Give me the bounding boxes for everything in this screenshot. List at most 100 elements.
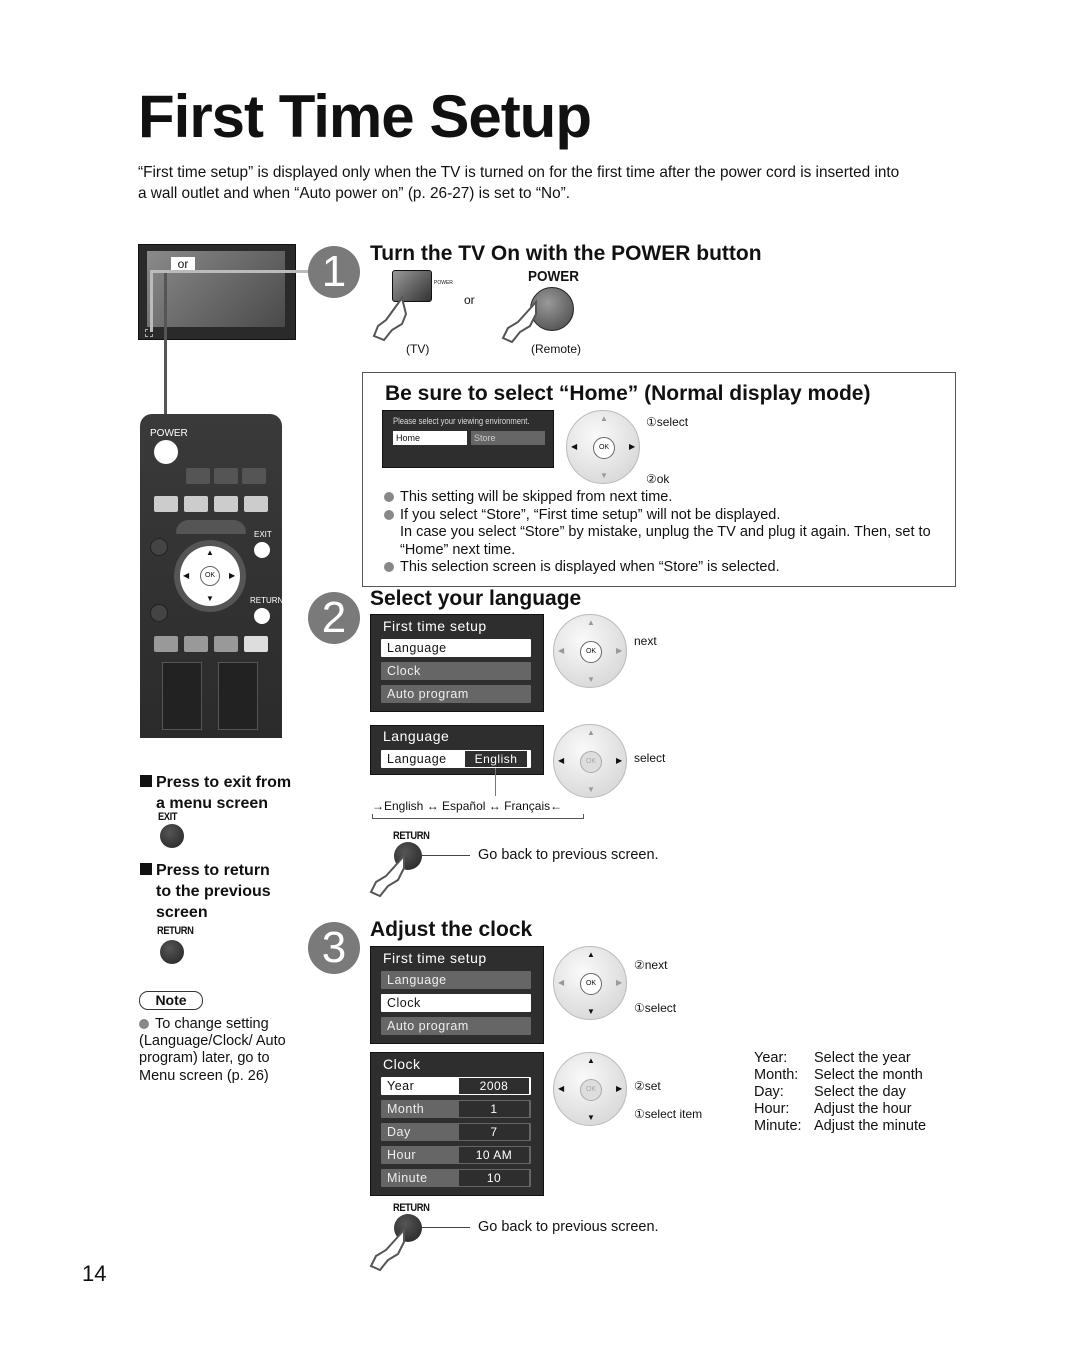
remote-power-button[interactable] [154,440,178,464]
menu-item-auto-program[interactable]: Auto program [381,1017,531,1035]
connector-line [495,768,496,796]
step-3-badge: 3 [308,922,360,974]
return-caption: Go back to previous screen. [478,847,659,863]
tv-power-label: POWER [434,280,453,286]
menu-item-language[interactable]: Language [381,639,531,657]
page-title: First Time Setup [138,83,592,150]
option-home[interactable]: Home [393,431,467,445]
up-arrow-icon: ▲ [587,1056,595,1065]
remote-button[interactable] [214,636,238,652]
callout-set: ②set [634,1079,661,1093]
menu-title: First time setup [383,950,487,966]
down-arrow-icon: ▼ [587,1113,595,1122]
home-notes: This setting will be skipped from next t… [384,489,949,577]
language-row[interactable]: Language English [381,750,531,768]
return-label: RETURN [157,925,194,937]
legend-row: Minute: Adjust the minute [754,1118,927,1134]
left-arrow-icon: ◀ [558,978,565,987]
ok-button: OK [580,751,602,773]
down-arrow-icon: ▼ [587,1007,595,1016]
clock-row-year[interactable]: Year 2008 [381,1077,531,1095]
hand-icon [500,298,540,344]
menu-title: Clock [383,1056,421,1072]
step-2-heading: Select your language [370,587,582,610]
exit-button[interactable] [160,824,184,848]
remote-button[interactable] [186,468,210,484]
remote-button[interactable] [184,496,208,512]
remote-button[interactable] [244,636,268,652]
clock-row-month[interactable]: Month 1 [381,1100,531,1118]
remote-button[interactable] [214,496,238,512]
exit-instructions: Press to exit from a menu screen [140,772,291,814]
tv-screen [147,251,285,327]
remote-ok-button[interactable]: OK [200,566,220,586]
menu-title: First time setup [383,618,487,634]
minute-value[interactable]: 10 [459,1170,529,1186]
clock-row-hour[interactable]: Hour 10 AM [381,1146,531,1164]
remote-menu-bar[interactable] [176,520,246,534]
clock-row-day[interactable]: Day 7 [381,1123,531,1141]
return-label: RETURN [393,830,430,842]
up-arrow-icon: ▲ [587,618,595,627]
square-bullet-icon [140,775,152,787]
ok-button: OK [593,437,615,459]
remote-rocker[interactable] [218,662,258,730]
step-3-heading: Adjust the clock [370,918,533,941]
square-bullet-icon [140,863,152,875]
hand-icon [368,852,408,898]
connector-line [150,270,153,332]
legend-row: Month: Select the month [754,1067,923,1083]
up-arrow-icon: ▲ [587,950,595,959]
viewing-environment-screen: Please select your viewing environment. … [382,410,554,468]
remote-return-button[interactable] [254,608,270,624]
dpad-diagram: OK ▲ ▼ ◀ ▶ [553,614,627,688]
hour-value[interactable]: 10 AM [459,1147,529,1163]
menu-item-clock[interactable]: Clock [381,994,531,1012]
remote-rocker[interactable] [162,662,202,730]
callout-select: ①select [646,415,689,429]
menu-item-clock[interactable]: Clock [381,662,531,680]
month-value[interactable]: 1 [459,1101,529,1117]
ok-button: OK [580,1079,602,1101]
dpad-diagram: OK ▲ ▼ ◀ ▶ [553,1052,627,1126]
down-arrow-icon: ▼ [587,785,595,794]
left-arrow-icon: ◀ [571,442,578,451]
bullet-icon [384,492,394,502]
option-store[interactable]: Store [471,431,545,445]
exit-label: EXIT [158,811,178,823]
right-arrow-icon: ▶ [629,442,636,451]
remote-button[interactable] [154,496,178,512]
language-value[interactable]: English [465,751,527,767]
return-button[interactable] [160,940,184,964]
connector-line [422,1227,470,1228]
remote-button[interactable] [154,636,178,652]
remote-button[interactable] [184,636,208,652]
dpad-diagram: OK ▲ ▼ ◀ ▶ [553,724,627,798]
menu-item-auto-program[interactable]: Auto program [381,685,531,703]
connector-line [150,270,330,273]
year-value[interactable]: 2008 [459,1078,529,1094]
note-item: This selection screen is displayed when … [384,559,949,577]
language-cycle: →English ↔ Español ↔ Français← [372,799,563,813]
ok-button: OK [580,973,602,995]
intro-text: “First time setup” is displayed only whe… [138,164,900,202]
swap-arrow-icon: ↔ [488,799,501,813]
down-arrow-icon: ▼ [206,594,214,603]
remote-exit-button[interactable] [254,542,270,558]
swap-arrow-icon: ↔ [426,799,439,813]
note-text: To change setting (Language/Clock/ Auto … [139,1016,286,1084]
remote-caption: (Remote) [531,342,582,356]
first-time-setup-menu: First time setup Language Clock Auto pro… [370,946,544,1044]
bullet-icon [384,562,394,572]
clock-row-minute[interactable]: Minute 10 [381,1169,531,1187]
remote-button[interactable] [242,468,266,484]
remote-left-button[interactable] [150,538,168,556]
left-arrow-icon: ◀ [558,756,565,765]
remote-button[interactable] [244,496,268,512]
remote-button[interactable] [214,468,238,484]
day-value[interactable]: 7 [459,1124,529,1140]
remote-left-button[interactable] [150,604,168,622]
dpad-diagram: OK ▲ ▼ ◀ ▶ [566,410,640,484]
bullet-icon [384,509,394,520]
menu-item-language[interactable]: Language [381,971,531,989]
